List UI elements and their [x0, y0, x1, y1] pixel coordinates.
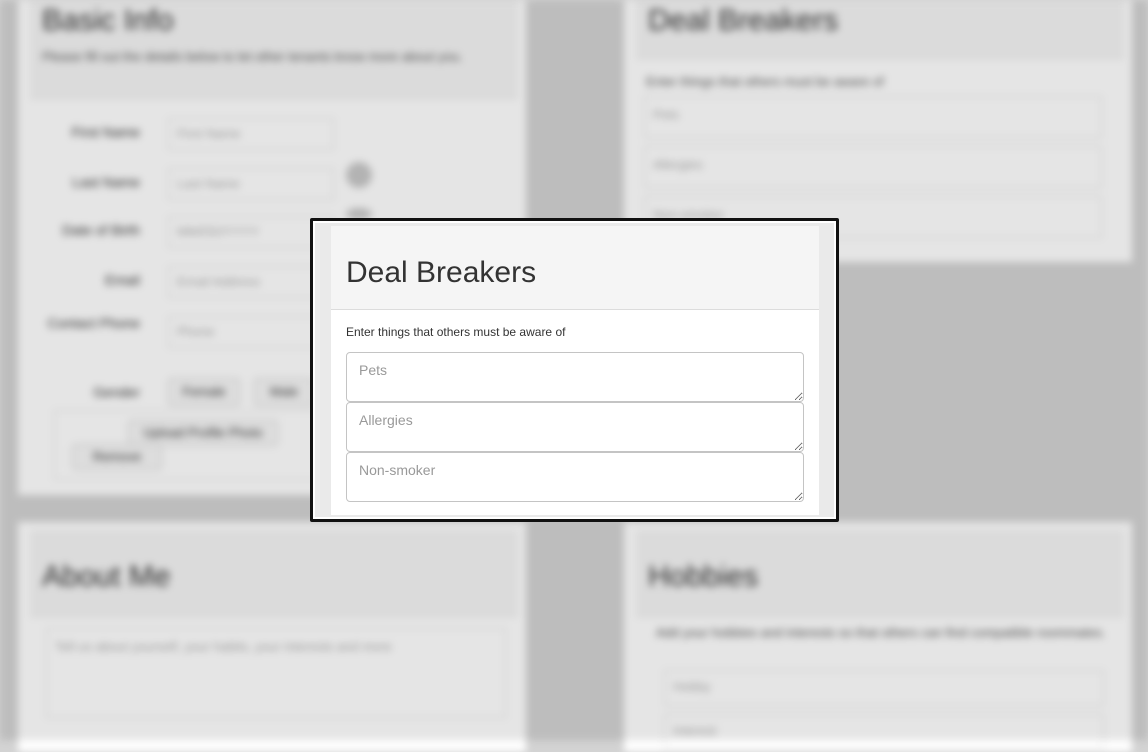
modal-inner-frame: Deal Breakers Enter things that others m…: [315, 223, 834, 517]
allergies-textarea[interactable]: [346, 402, 804, 452]
deal-breakers-title: Deal Breakers: [346, 256, 537, 289]
deal-breakers-description: Enter things that others must be aware o…: [346, 325, 566, 339]
deal-breakers-modal: Deal Breakers Enter things that others m…: [310, 218, 839, 522]
deal-breakers-card: Deal Breakers Enter things that others m…: [331, 226, 819, 515]
non-smoker-textarea[interactable]: [346, 452, 804, 502]
pets-textarea[interactable]: [346, 352, 804, 402]
deal-breakers-header: Deal Breakers: [331, 226, 819, 310]
